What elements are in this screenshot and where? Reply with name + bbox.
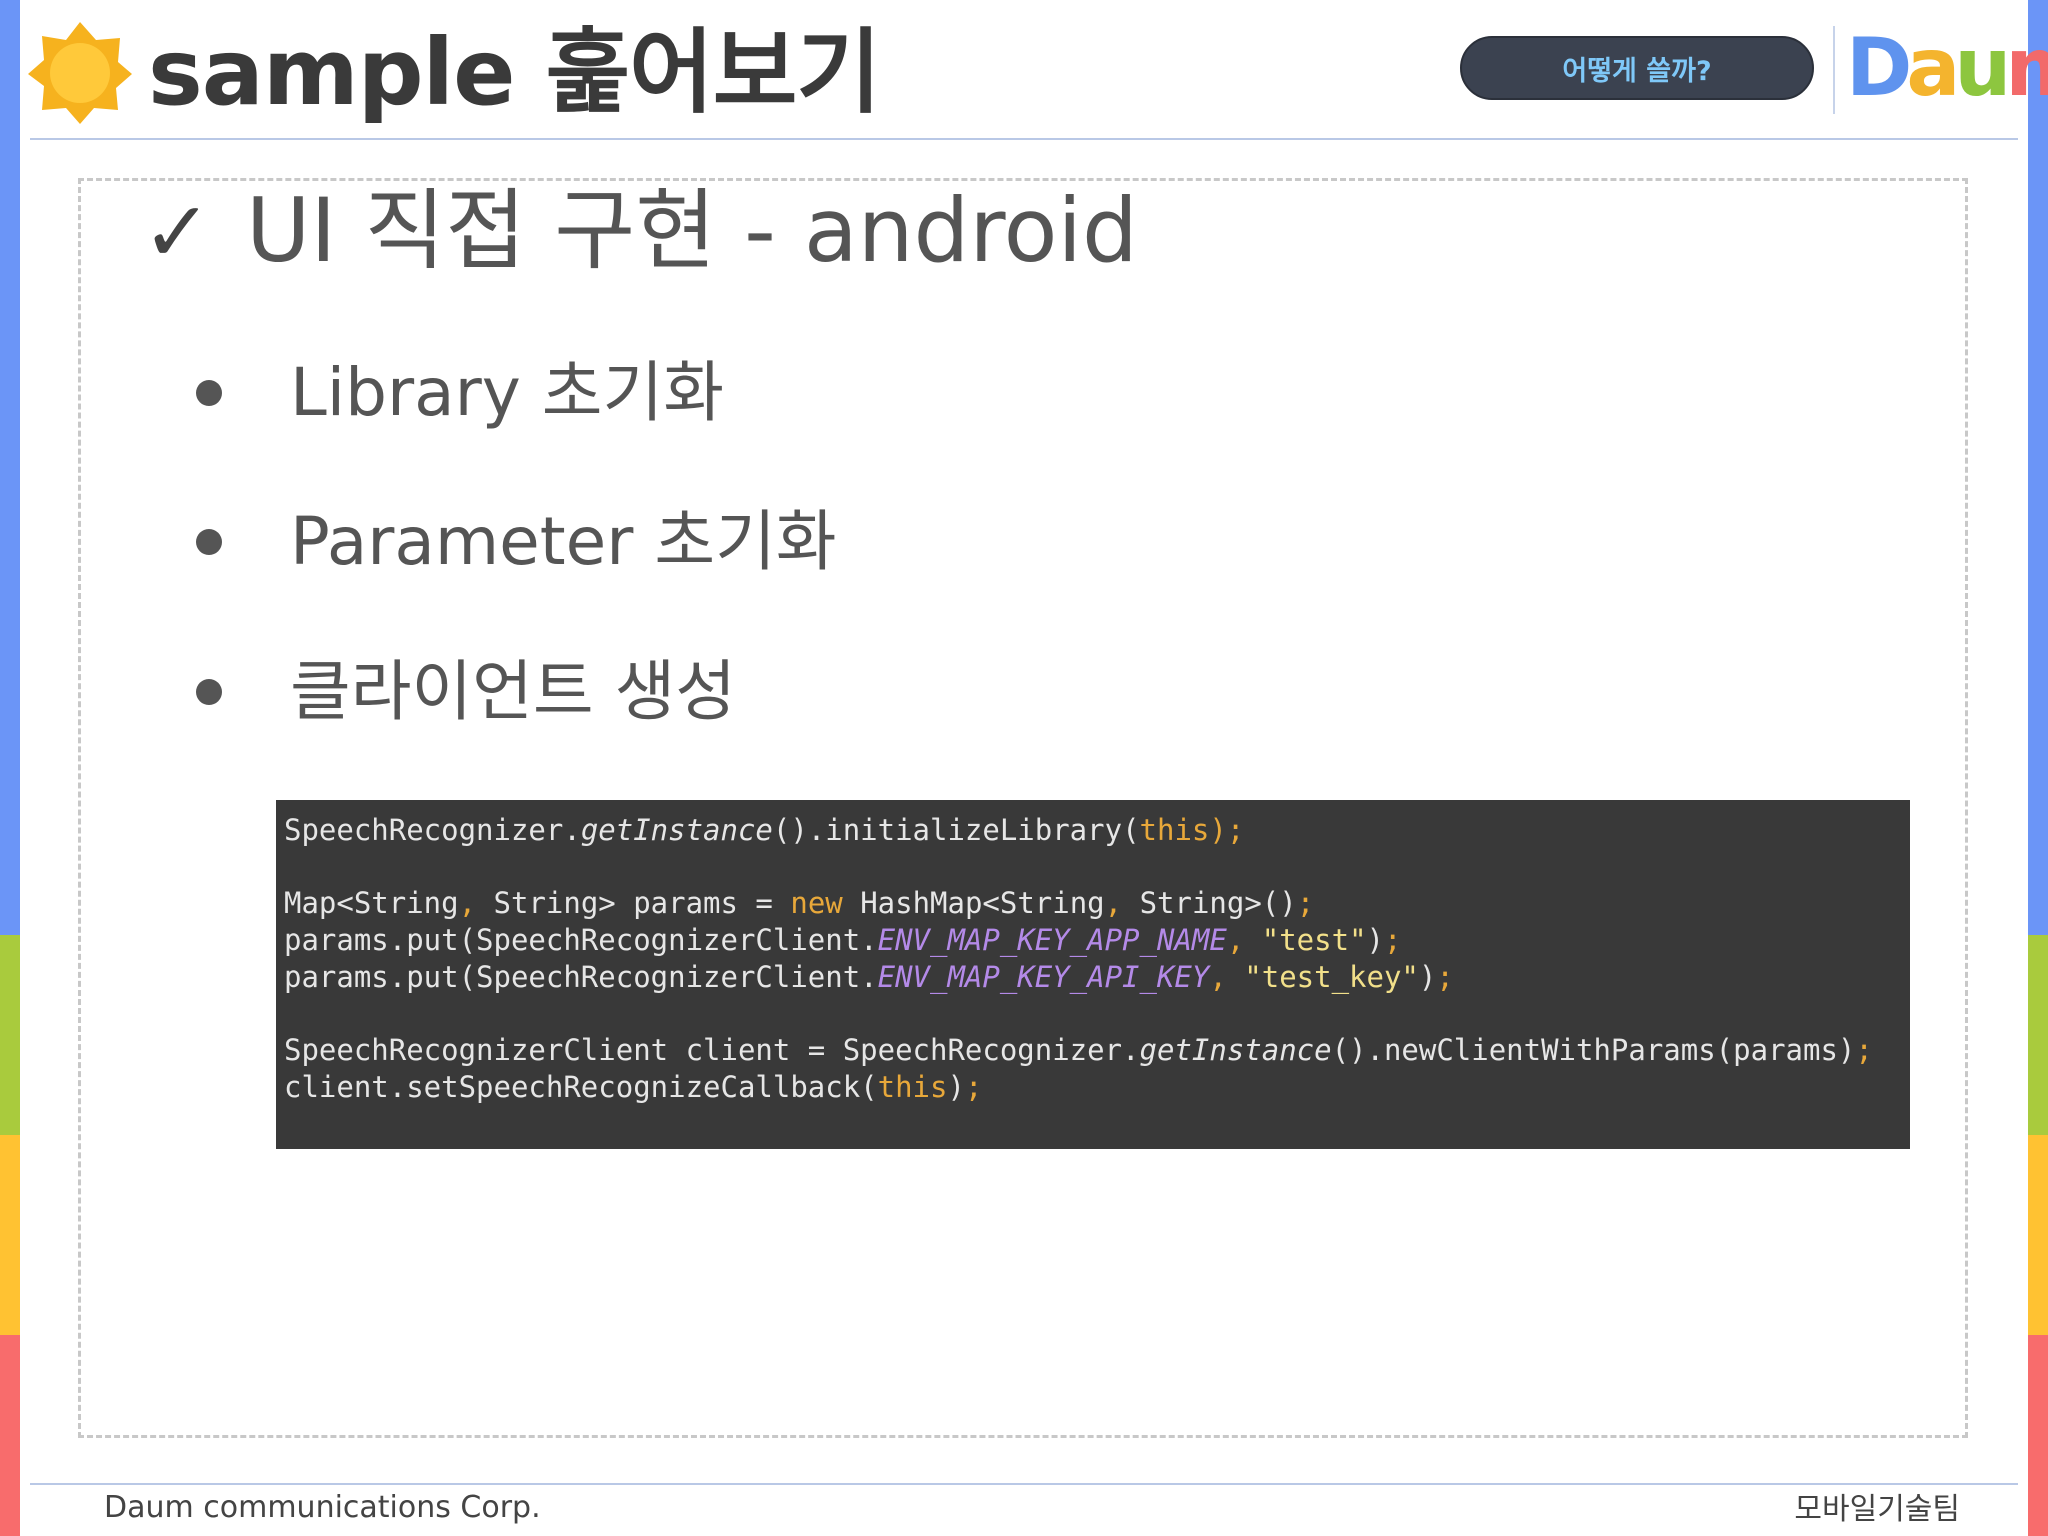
sun-icon bbox=[28, 20, 132, 124]
color-band-blue bbox=[0, 0, 20, 935]
logo-letter-u: u bbox=[1954, 21, 2011, 114]
color-band-yellow bbox=[0, 1135, 20, 1335]
code-token: Map<String bbox=[284, 886, 459, 920]
header-divider bbox=[1833, 26, 1835, 114]
footer-rule bbox=[30, 1483, 2018, 1485]
logo-letter-d: D bbox=[1846, 21, 1912, 114]
code-token: ) bbox=[947, 1070, 965, 1104]
color-band-blue bbox=[2028, 0, 2048, 935]
bullet-text: 클라이언트 생성 bbox=[290, 653, 737, 730]
code-snippet: SpeechRecognizer.getInstance().initializ… bbox=[276, 800, 1910, 1149]
code-token: getInstance bbox=[580, 813, 773, 847]
check-icon: ✓ bbox=[142, 183, 213, 281]
code-token: SpeechRecognizer. bbox=[284, 813, 581, 847]
code-line: SpeechRecognizer.getInstance().initializ… bbox=[284, 812, 1910, 849]
code-token: , bbox=[1226, 923, 1245, 957]
color-band-yellow bbox=[2028, 1135, 2048, 1335]
code-token: getInstance bbox=[1139, 1033, 1332, 1067]
code-token: , bbox=[458, 886, 477, 920]
color-band-green bbox=[2028, 935, 2048, 1135]
code-token: ) bbox=[1418, 960, 1437, 994]
code-token: ) bbox=[1366, 923, 1384, 957]
section-heading: ✓ UI 직접 구현 - android bbox=[142, 176, 1138, 287]
color-band-red bbox=[0, 1335, 20, 1536]
bullet-item: Library 초기화 bbox=[196, 348, 724, 438]
bullet-dot-icon bbox=[196, 528, 222, 555]
code-line: params.put(SpeechRecognizerClient.ENV_MA… bbox=[284, 959, 1910, 996]
code-token: "test" bbox=[1261, 923, 1367, 957]
code-token: , bbox=[1209, 960, 1227, 994]
logo-letter-m: m bbox=[2005, 21, 2048, 114]
header-rule bbox=[30, 138, 2018, 140]
code-token: ; bbox=[1384, 923, 1402, 957]
bullet-dot-icon bbox=[196, 678, 222, 705]
code-token: ().newClientWithParams(params) bbox=[1331, 1033, 1856, 1067]
code-token: params.put(SpeechRecognizerClient. bbox=[284, 960, 878, 994]
code-token: SpeechRecognizerClient client = SpeechRe… bbox=[284, 1033, 1140, 1067]
code-token: ); bbox=[1209, 813, 1245, 847]
code-token: String> params = bbox=[476, 886, 791, 920]
color-band-red bbox=[2028, 1335, 2048, 1536]
code-token: ; bbox=[964, 1070, 983, 1104]
code-token: ENV_MAP_KEY_API_KEY bbox=[877, 960, 1210, 994]
code-token: HashMap<String bbox=[842, 886, 1105, 920]
color-band-green bbox=[0, 935, 20, 1135]
bullet-text: Library 초기화 bbox=[290, 354, 724, 431]
left-color-bar bbox=[0, 0, 20, 1536]
footer-company: Daum communications Corp. bbox=[104, 1490, 541, 1525]
code-token: client.setSpeechRecognizeCallback( bbox=[284, 1070, 878, 1104]
footer-team: 모바일기술팀 bbox=[1794, 1492, 1960, 1527]
code-token: , bbox=[1104, 886, 1123, 920]
code-token: params.put(SpeechRecognizerClient. bbox=[284, 923, 878, 957]
code-token: ; bbox=[1296, 886, 1315, 920]
bullet-item: Parameter 초기화 bbox=[196, 497, 837, 587]
code-line: client.setSpeechRecognizeCallback(this); bbox=[284, 1069, 1910, 1106]
daum-logo: Daum bbox=[1846, 18, 2048, 118]
code-token: ; bbox=[1855, 1033, 1873, 1067]
how-to-use-button[interactable]: 어떻게 쓸까? bbox=[1460, 36, 1814, 100]
bullet-dot-icon bbox=[196, 379, 222, 406]
code-token: ENV_MAP_KEY_APP_NAME bbox=[877, 923, 1227, 957]
code-line: params.put(SpeechRecognizerClient.ENV_MA… bbox=[284, 922, 1910, 959]
section-heading-text: UI 직접 구현 - android bbox=[246, 179, 1138, 282]
code-token: new bbox=[790, 886, 843, 920]
code-line: SpeechRecognizerClient client = SpeechRe… bbox=[284, 1032, 1910, 1069]
code-token: ; bbox=[1436, 960, 1454, 994]
bullet-item: 클라이언트 생성 bbox=[196, 647, 736, 737]
code-token: this bbox=[1139, 813, 1210, 847]
logo-letter-a: a bbox=[1906, 21, 1960, 114]
code-token: String>() bbox=[1122, 886, 1297, 920]
bullet-text: Parameter 초기화 bbox=[290, 503, 837, 580]
code-line: Map<String, String> params = new HashMap… bbox=[284, 885, 1910, 922]
right-color-bar bbox=[2028, 0, 2048, 1536]
code-token: "test_key" bbox=[1244, 960, 1419, 994]
code-token: this bbox=[877, 1070, 948, 1104]
page-title: sample 훑어보기 bbox=[148, 19, 881, 126]
code-token: ().initializeLibrary( bbox=[772, 813, 1140, 847]
